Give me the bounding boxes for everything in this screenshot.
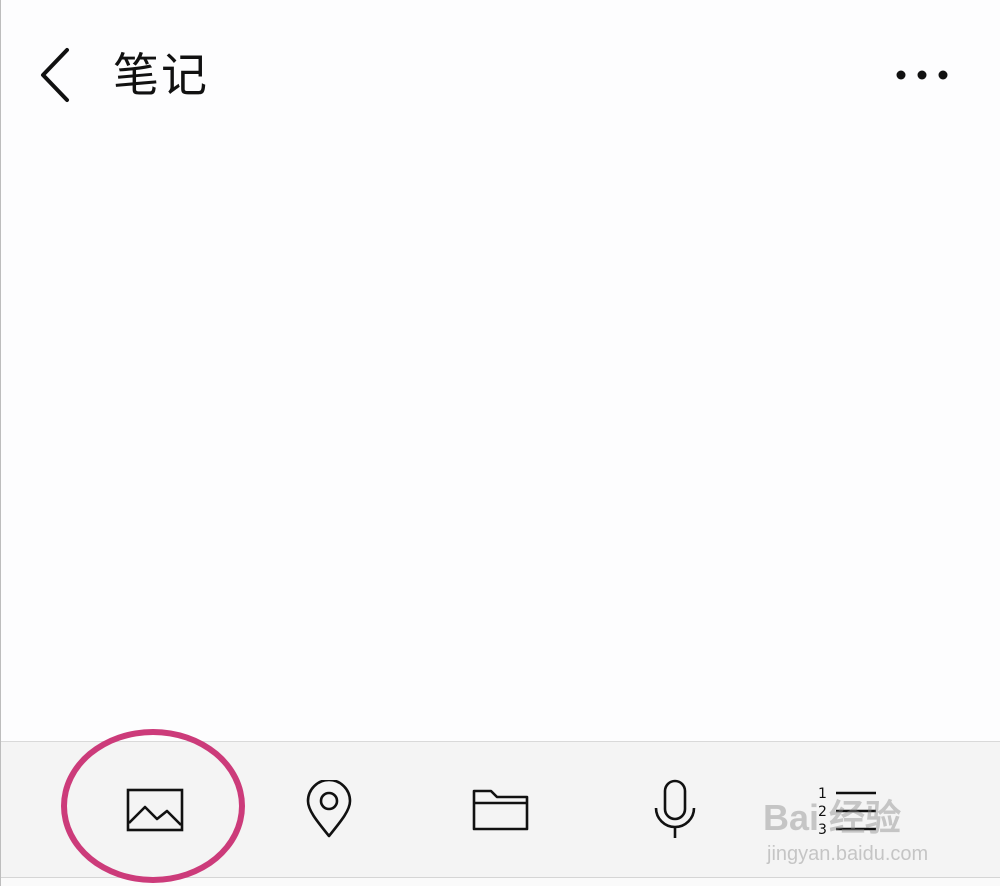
- chevron-left-icon: [41, 48, 69, 102]
- numbered-list-button[interactable]: 1 2 3: [807, 770, 887, 850]
- back-button[interactable]: [29, 42, 89, 108]
- page-title: 笔记: [113, 48, 209, 102]
- note-content-area[interactable]: [1, 150, 1000, 740]
- svg-text:1: 1: [818, 786, 827, 802]
- insert-location-button[interactable]: [289, 770, 369, 850]
- app-header: 笔记: [1, 0, 1000, 150]
- more-options-button[interactable]: [883, 52, 963, 98]
- folder-icon: [472, 789, 529, 831]
- numbered-list-icon: 1 2 3: [818, 786, 876, 838]
- svg-text:2: 2: [818, 804, 827, 820]
- bottom-divider: [1, 877, 1000, 886]
- record-audio-button[interactable]: [635, 770, 715, 850]
- note-editor-screen: 笔记 1 2 3 Bai 经验 jingyan.baidu.com: [0, 0, 1000, 886]
- image-icon: [126, 788, 184, 832]
- insert-file-button[interactable]: [461, 770, 541, 850]
- location-pin-icon: [306, 780, 352, 838]
- insert-image-button[interactable]: [115, 770, 195, 850]
- microphone-icon: [654, 779, 696, 838]
- svg-text:3: 3: [818, 822, 827, 838]
- more-horizontal-icon: [896, 70, 948, 80]
- editor-toolbar: 1 2 3: [1, 741, 1000, 878]
